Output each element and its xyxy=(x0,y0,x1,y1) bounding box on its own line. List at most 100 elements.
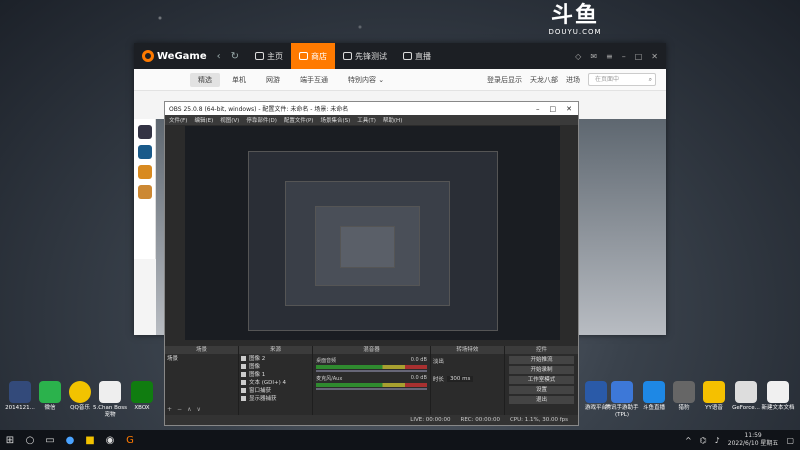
search-icon[interactable]: ⌕ xyxy=(649,74,652,85)
desktop-icon[interactable]: 5.Chan Boss宠物 xyxy=(92,381,128,419)
tab-home[interactable]: 主页 xyxy=(247,43,291,69)
app-taskbar-icon[interactable]: ● xyxy=(60,430,80,450)
menu-help[interactable]: 帮助(H) xyxy=(383,116,402,124)
volume-slider[interactable] xyxy=(316,370,427,372)
wegame-taskbar-icon[interactable]: G xyxy=(120,430,140,450)
subtab-single[interactable]: 单机 xyxy=(224,73,254,87)
search-icon[interactable]: ○ xyxy=(20,430,40,450)
tab-store[interactable]: 商店 xyxy=(291,43,336,69)
store-subnav-right: 登录后显示 天龙八部 进场 在页面中 ⌕ xyxy=(487,73,666,86)
scene-item[interactable]: 场景 xyxy=(165,354,238,362)
volume-slider[interactable] xyxy=(316,388,427,390)
clock[interactable]: 11:59 2022/6/10 星期五 xyxy=(728,432,779,448)
subtab-crossplay[interactable]: 端手互通 xyxy=(292,73,336,87)
desktop-icon[interactable]: 新建文本文档 xyxy=(760,381,796,412)
task-view-icon[interactable]: ▭ xyxy=(40,430,60,450)
xbox-icon xyxy=(131,381,153,403)
source-item[interactable]: 显示器捕获 xyxy=(239,394,312,402)
menu-view[interactable]: 视图(V) xyxy=(220,116,239,124)
tab-live[interactable]: 直播 xyxy=(395,43,439,69)
dock-header: 来源 xyxy=(239,346,313,354)
yy-icon xyxy=(703,381,725,403)
remove-icon[interactable]: − xyxy=(177,406,182,414)
volume-icon[interactable]: ♪ xyxy=(715,436,720,445)
network-icon[interactable]: ⌬ xyxy=(700,436,707,445)
menu-file[interactable]: 文件(F) xyxy=(169,116,187,124)
image-icon xyxy=(241,363,247,369)
desktop-icon[interactable]: 腾讯手游助手 (TPL) xyxy=(604,381,640,419)
desktop-icon[interactable]: XBOX xyxy=(124,381,160,412)
desktop-icon[interactable]: GeForce... xyxy=(728,381,764,412)
windows-start-icon[interactable]: ⊞ xyxy=(0,430,20,450)
back-icon[interactable]: ‹ xyxy=(217,51,221,62)
tab-label: 直播 xyxy=(415,51,432,61)
tray-arrow-icon[interactable]: ^ xyxy=(685,436,692,445)
exit-button[interactable]: 退出 xyxy=(508,396,574,404)
app-icon xyxy=(9,381,31,403)
home-icon xyxy=(255,52,265,60)
desktop-icon-label: 2014121... xyxy=(5,405,35,411)
tab-pioneer[interactable]: 先锋测试 xyxy=(335,43,395,69)
source-item[interactable]: 图像 xyxy=(239,362,312,370)
source-item[interactable]: 文本 (GDI+) 4 xyxy=(239,378,312,386)
source-item[interactable]: 图像 1 xyxy=(239,370,312,378)
up-icon[interactable]: ∧ xyxy=(187,406,191,414)
game-link[interactable]: 天龙八部 xyxy=(530,75,558,85)
subtab-featured[interactable]: 精选 xyxy=(190,72,220,87)
obs-taskbar-icon[interactable]: ◉ xyxy=(100,430,120,450)
subtab-online[interactable]: 网游 xyxy=(258,73,288,87)
menu-docks[interactable]: 停靠部件(D) xyxy=(246,116,277,124)
douyu-logo-text: 斗鱼 xyxy=(550,3,599,28)
down-icon[interactable]: ∨ xyxy=(196,406,200,414)
search-placeholder: 在页面中 xyxy=(595,76,620,83)
explorer-icon[interactable]: ■ xyxy=(80,430,100,450)
enter-link[interactable]: 进场 xyxy=(566,75,580,85)
scenes-dock: 场景 场景 + − ∧ ∨ xyxy=(165,346,239,416)
volume-meter xyxy=(316,383,427,387)
source-label: 图像 2 xyxy=(249,356,266,362)
add-icon[interactable]: + xyxy=(167,406,172,414)
text-file-icon xyxy=(767,381,789,403)
source-item[interactable]: 窗口捕获 xyxy=(239,386,312,394)
desktop-icon-label: 斗鱼直播 xyxy=(642,405,665,411)
text-icon xyxy=(241,379,247,385)
controls-dock: 控件 开始推流 开始录制 工作室模式 设置 退出 xyxy=(504,346,578,416)
lol-icon[interactable] xyxy=(137,145,152,159)
menu-scene-collection[interactable]: 场景集合(S) xyxy=(320,116,350,124)
maximize-icon[interactable]: □ xyxy=(635,52,643,61)
desktop-icon[interactable]: YY语音 xyxy=(696,381,732,412)
notification-icon[interactable]: ▢ xyxy=(786,436,794,445)
refresh-icon[interactable]: ↻ xyxy=(231,51,239,62)
close-icon[interactable]: ✕ xyxy=(651,52,658,61)
login-link[interactable]: 登录后显示 xyxy=(487,75,522,85)
source-label: 图像 xyxy=(249,364,261,370)
menu-edit[interactable]: 编辑(E) xyxy=(194,116,213,124)
obs-docks: 场景 场景 + − ∧ ∨ 来源 图像 2 图像 图像 1 文本 (GDI+) 4 窗… xyxy=(165,346,578,416)
app-icon xyxy=(99,381,121,403)
menu-profile[interactable]: 配置文件(P) xyxy=(284,116,314,124)
studio-mode-button[interactable]: 工作室模式 xyxy=(508,376,574,384)
minimize-icon[interactable]: – xyxy=(622,52,626,61)
search-input[interactable]: 在页面中 ⌕ xyxy=(588,73,656,86)
duration-input[interactable]: 300 ms xyxy=(446,376,474,382)
maximize-icon[interactable]: □ xyxy=(550,105,557,113)
settings-button[interactable]: 设置 xyxy=(508,386,574,394)
obs-preview[interactable] xyxy=(185,126,560,340)
bag-icon[interactable]: ◇ xyxy=(575,52,581,61)
start-stream-button[interactable]: 开始推流 xyxy=(508,356,574,364)
transition-mode: 淡出 xyxy=(432,359,444,365)
game-icon[interactable] xyxy=(137,185,152,199)
menu-icon[interactable]: ≡ xyxy=(606,52,613,61)
pubg-icon[interactable] xyxy=(137,165,152,179)
menu-tools[interactable]: 工具(T) xyxy=(357,116,376,124)
game-icon[interactable] xyxy=(137,125,152,139)
subtab-special[interactable]: 特别内容 ⌄ xyxy=(340,73,392,87)
source-item[interactable]: 图像 2 xyxy=(239,354,312,362)
minimize-icon[interactable]: – xyxy=(536,105,540,113)
desktop-icon-label: 腾讯手游助手 (TPL) xyxy=(605,405,639,418)
close-icon[interactable]: ✕ xyxy=(566,105,572,113)
transition-select[interactable]: 淡出 xyxy=(431,357,504,365)
dock-header: 场景 xyxy=(165,346,239,354)
start-record-button[interactable]: 开始录制 xyxy=(508,366,574,374)
mail-icon[interactable]: ✉ xyxy=(590,52,597,61)
